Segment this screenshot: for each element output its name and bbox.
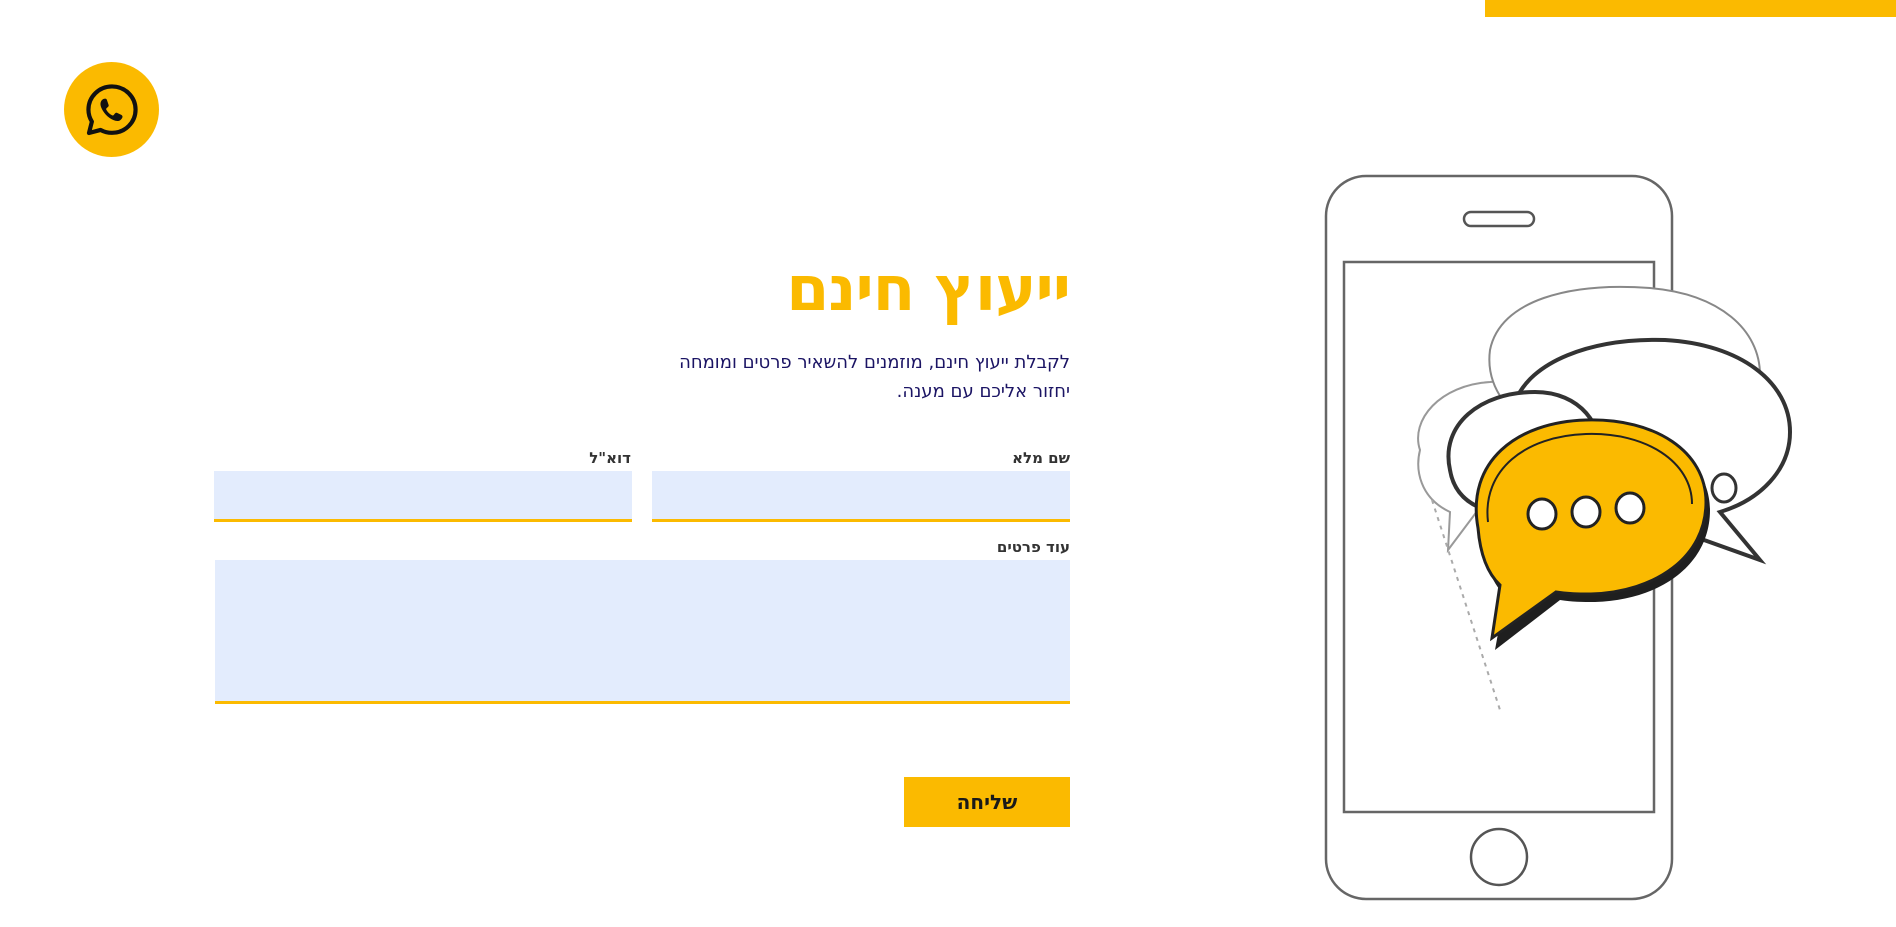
- email-input[interactable]: [214, 471, 632, 522]
- full-name-label: שם מלא: [1012, 449, 1070, 467]
- whatsapp-icon: [85, 83, 138, 135]
- top-accent-bar: [1485, 0, 1896, 17]
- whatsapp-button[interactable]: [64, 62, 159, 157]
- submit-button[interactable]: שליחה: [904, 777, 1070, 827]
- full-name-input[interactable]: [652, 471, 1070, 522]
- more-details-textarea[interactable]: [215, 560, 1070, 704]
- email-label: דוא"ל: [589, 449, 631, 467]
- page-subtitle: לקבלת ייעוץ חינם, מוזמנים להשאיר פרטים ו…: [679, 352, 1070, 402]
- more-details-label: עוד פרטים: [996, 538, 1070, 556]
- page-title: ייעוץ חינם: [786, 252, 1071, 325]
- phone-chat-bubbles-icon: [1324, 174, 1793, 901]
